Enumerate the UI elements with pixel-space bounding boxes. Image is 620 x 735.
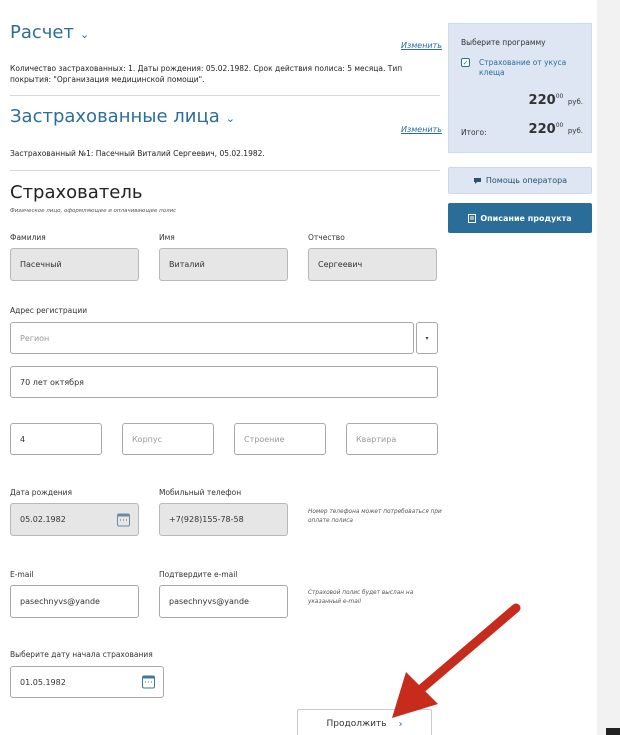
phone-hint: Номер телефона может потребоваться при о…	[308, 509, 442, 524]
policyholder-note: Физическое лицо, оформляющее и оплачиваю…	[10, 208, 177, 214]
phone-value: +7(928)155-78-58	[169, 515, 244, 524]
building-field[interactable]: Корпус	[122, 423, 214, 455]
structure-placeholder: Строение	[244, 434, 285, 444]
email-field[interactable]: pasechnyvs@yande	[10, 585, 139, 618]
name-label: Имя	[159, 233, 175, 242]
apartment-field[interactable]: Квартира	[346, 423, 438, 455]
street-field[interactable]: 70 лет октября	[10, 366, 438, 398]
surname-value: Пасечный	[20, 260, 62, 269]
document-icon	[468, 213, 477, 223]
structure-field[interactable]: Строение	[234, 423, 326, 455]
start-date-label: Выберите дату начала страхования	[10, 650, 153, 659]
calc-section-title[interactable]: Расчет ⌄	[10, 22, 89, 43]
region-select[interactable]: Регион	[10, 322, 414, 354]
house-value: 4	[20, 434, 26, 444]
patronymic-field[interactable]: Сергеевич	[308, 248, 437, 281]
program-box: Выберите программу ✓ Страхование от укус…	[448, 23, 592, 153]
building-placeholder: Корпус	[132, 434, 163, 444]
surname-label: Фамилия	[10, 233, 46, 242]
red-arrow-annotation	[392, 603, 521, 718]
address-label: Адрес регистрации	[10, 306, 88, 315]
continue-label: Продолжить	[326, 719, 387, 729]
program-price: 22000 руб.	[529, 93, 583, 108]
confirm-email-label: Подтвердите e-mail	[159, 570, 238, 579]
divider	[10, 95, 440, 96]
program-price-kop: 00	[555, 93, 564, 100]
insured-summary: Застрахованный №1: Пасечный Виталий Серг…	[10, 149, 265, 158]
patronymic-label: Отчество	[308, 233, 345, 242]
start-date-value: 01.05.1982	[20, 677, 66, 687]
region-placeholder: Регион	[20, 333, 50, 343]
birth-label: Дата рождения	[10, 488, 72, 497]
phone-field[interactable]: +7(928)155-78-58	[159, 503, 288, 536]
program-checkbox[interactable]: ✓	[461, 58, 470, 67]
sidebar-edge	[597, 0, 620, 735]
email-value: pasechnyvs@yande	[20, 597, 100, 606]
product-description-button[interactable]: Описание продукта	[448, 203, 592, 233]
birth-date-value: 05.02.1982	[20, 515, 66, 524]
street-value: 70 лет октября	[20, 377, 84, 387]
patronymic-value: Сергеевич	[318, 260, 363, 269]
start-date-field[interactable]: 01.05.1982	[10, 666, 164, 698]
operator-help-label: Помощь оператора	[485, 176, 568, 185]
phone-label: Мобильный телефон	[159, 488, 242, 497]
house-field[interactable]: 4	[10, 423, 102, 455]
total-price-value: 220	[528, 122, 556, 137]
program-currency: руб.	[567, 98, 583, 106]
calendar-icon[interactable]	[142, 675, 155, 689]
chat-bubble-icon	[473, 177, 481, 184]
total-price: 22000 руб.	[529, 122, 583, 137]
total-price-kop: 00	[555, 122, 564, 129]
program-price-value: 220	[528, 93, 556, 108]
name-value: Виталий	[169, 260, 205, 269]
product-description-label: Описание продукта	[480, 213, 572, 223]
region-dropdown-button[interactable]: ▾	[416, 322, 438, 354]
calendar-icon[interactable]	[117, 513, 130, 526]
apartment-placeholder: Квартира	[356, 434, 397, 444]
name-field[interactable]: Виталий	[159, 248, 288, 281]
email-label: E-mail	[10, 570, 34, 579]
choose-program-label: Выберите программу	[461, 38, 546, 47]
chevron-down-icon: ⌄	[79, 28, 90, 41]
confirm-email-field[interactable]: pasechnyvs@yande	[159, 585, 288, 618]
operator-help-button[interactable]: Помощь оператора	[448, 167, 592, 194]
calc-summary: Количество застрахованных: 1. Даты рожде…	[10, 64, 403, 84]
calc-title: Расчет	[10, 22, 74, 43]
chevron-down-icon: ⌄	[225, 112, 235, 125]
total-currency: руб.	[567, 127, 583, 135]
insured-title: Застрахованные лица	[10, 106, 220, 127]
birth-date-field[interactable]: 05.02.1982	[10, 503, 139, 536]
surname-field[interactable]: Пасечный	[10, 248, 139, 281]
divider	[10, 170, 440, 171]
insured-change-link[interactable]: Изменить	[401, 125, 442, 134]
policyholder-title: Страхователь	[10, 182, 143, 203]
program-name[interactable]: Страхование от укуса клеща	[479, 58, 587, 78]
total-label: Итого:	[461, 128, 487, 137]
corner-mark	[606, 728, 620, 735]
chevron-down-icon: ▾	[425, 334, 429, 342]
insured-section-title[interactable]: Застрахованные лица ⌄	[10, 106, 235, 127]
confirm-email-value: pasechnyvs@yande	[169, 597, 249, 606]
calc-change-link[interactable]: Изменить	[401, 41, 442, 50]
